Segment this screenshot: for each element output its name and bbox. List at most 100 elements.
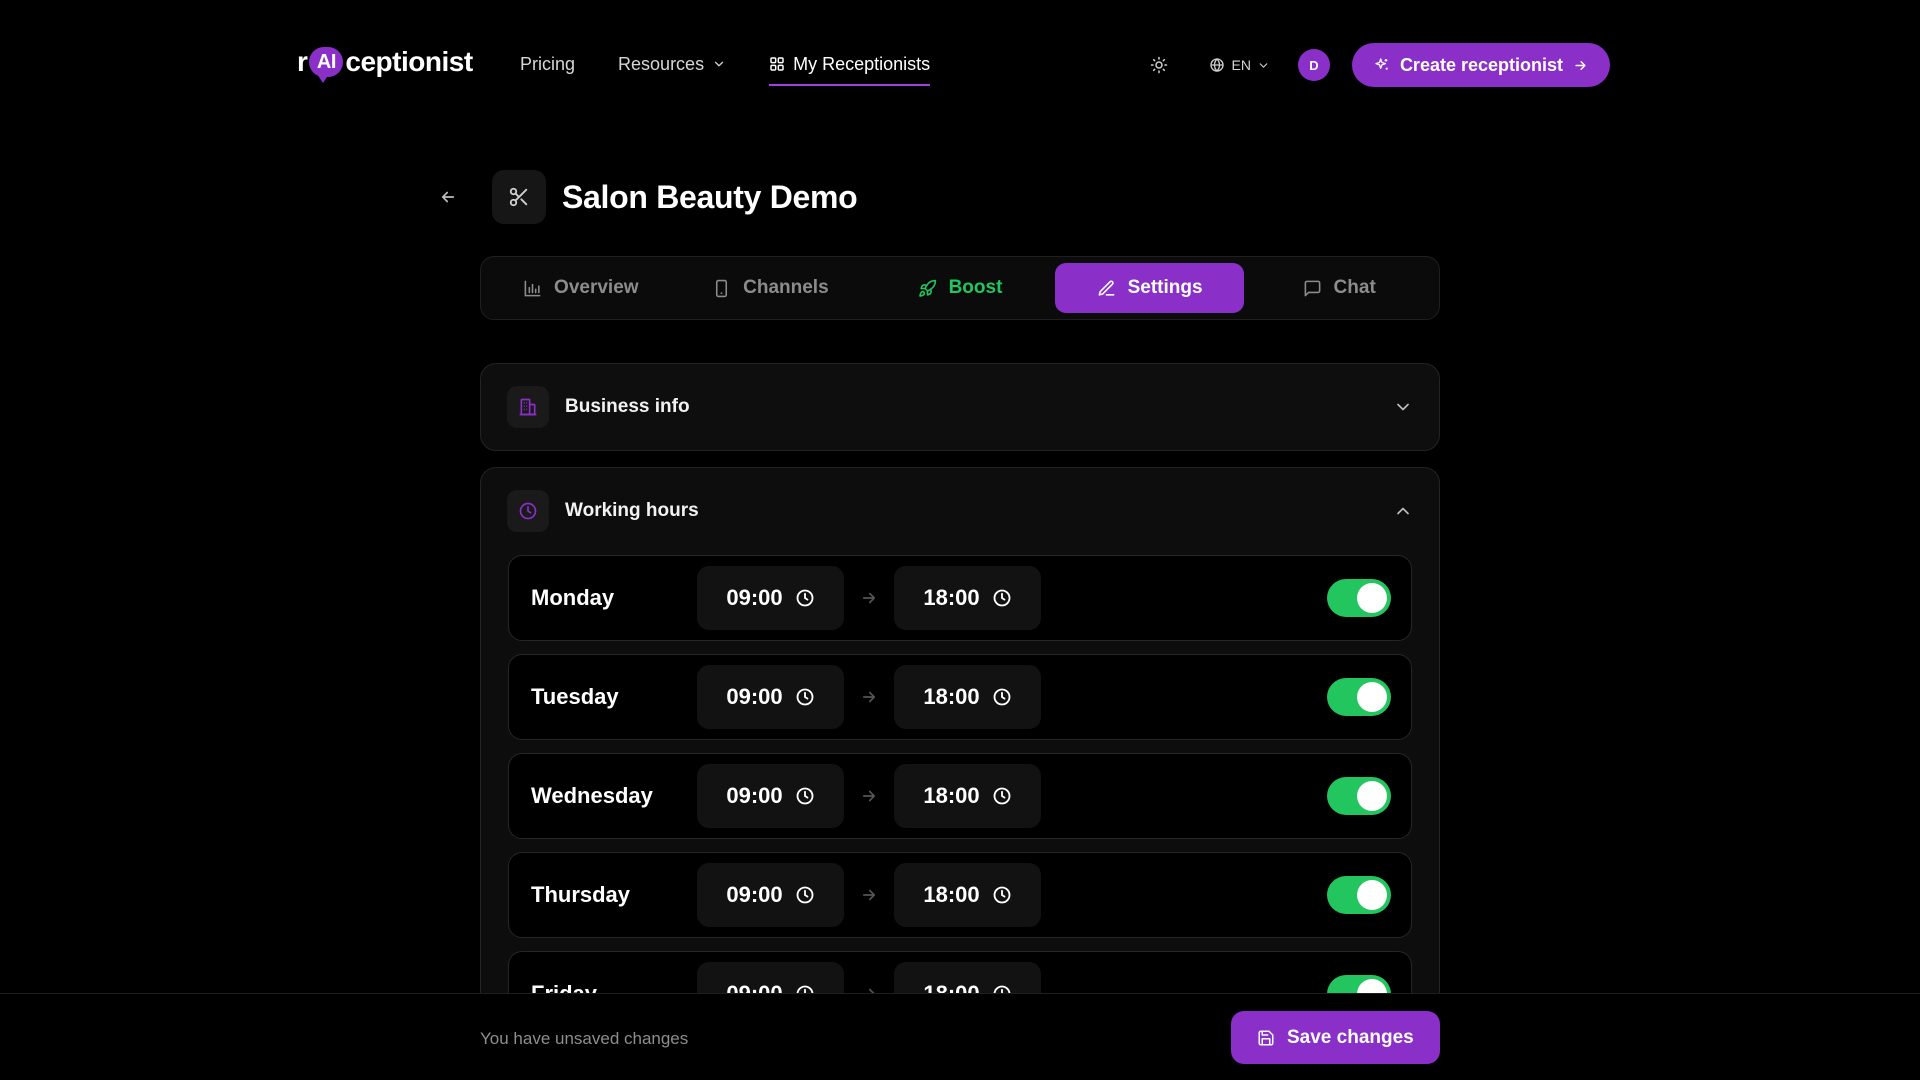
nav-my-receptionists[interactable]: My Receptionists xyxy=(769,44,931,86)
bar-chart-icon xyxy=(523,279,542,298)
open-time-input[interactable]: 09:00 xyxy=(697,566,844,630)
working-hours-header[interactable]: Working hours xyxy=(481,468,1439,554)
grid-icon xyxy=(769,56,785,72)
receptionist-tabs: Overview Channels Boost Settings Chat xyxy=(480,256,1440,320)
page-title: Salon Beauty Demo xyxy=(562,178,858,215)
building-icon xyxy=(518,397,538,417)
receptionist-icon-tile xyxy=(492,170,546,224)
working-hours-section: Working hours Monday 09:00 18:00 Tuesday… xyxy=(480,467,1440,1067)
open-time-value: 09:00 xyxy=(726,585,783,610)
pencil-icon xyxy=(1097,279,1116,298)
chevron-down-icon xyxy=(1257,59,1270,72)
business-info-title: Business info xyxy=(565,396,690,417)
scissors-icon xyxy=(508,186,530,208)
open-time-value: 09:00 xyxy=(726,783,783,808)
clock-icon xyxy=(992,885,1012,905)
tab-boost-label: Boost xyxy=(948,277,1003,298)
clock-icon xyxy=(795,786,815,806)
main-nav: Pricing Resources My Receptionists xyxy=(520,0,931,128)
open-time-input[interactable]: 09:00 xyxy=(697,863,844,927)
day-enabled-toggle[interactable] xyxy=(1327,579,1391,617)
business-info-icon-tile xyxy=(507,386,549,428)
clock-icon xyxy=(992,786,1012,806)
toggle-knob xyxy=(1357,880,1387,910)
unsaved-changes-bar: You have unsaved changes Save changes xyxy=(0,993,1920,1080)
close-time-value: 18:00 xyxy=(923,585,980,610)
close-time-input[interactable]: 18:00 xyxy=(894,566,1041,630)
arrow-left-icon xyxy=(439,188,457,206)
logo-text-right: ceptionist xyxy=(345,46,473,77)
nav-pricing[interactable]: Pricing xyxy=(520,44,575,84)
rocket-icon xyxy=(918,279,937,298)
business-info-header[interactable]: Business info xyxy=(481,364,1439,450)
save-changes-label: Save changes xyxy=(1287,1026,1414,1048)
phone-icon xyxy=(712,279,731,298)
clock-icon xyxy=(992,588,1012,608)
nav-pricing-label: Pricing xyxy=(520,53,576,74)
back-button[interactable] xyxy=(436,185,460,209)
day-row-tuesday: Tuesday 09:00 18:00 xyxy=(508,654,1412,740)
day-enabled-toggle[interactable] xyxy=(1327,777,1391,815)
logo[interactable]: r AI ceptionist xyxy=(297,44,473,83)
header-actions: EN D Create receptionist xyxy=(1147,43,1610,87)
message-icon xyxy=(1303,279,1322,298)
chevron-up-icon xyxy=(1393,501,1413,521)
sparkles-icon xyxy=(1374,57,1390,73)
nav-resources-label: Resources xyxy=(618,53,705,74)
business-info-section: Business info xyxy=(480,363,1440,451)
chevron-down-icon xyxy=(712,57,726,71)
open-time-input[interactable]: 09:00 xyxy=(697,764,844,828)
day-label: Wednesday xyxy=(531,783,653,808)
avatar[interactable]: D xyxy=(1297,49,1330,81)
tab-boost[interactable]: Boost xyxy=(865,263,1055,313)
create-receptionist-button[interactable]: Create receptionist xyxy=(1351,43,1610,87)
sun-icon xyxy=(1150,56,1168,74)
close-time-input[interactable]: 18:00 xyxy=(894,665,1041,729)
close-time-input[interactable]: 18:00 xyxy=(894,764,1041,828)
tab-settings-label: Settings xyxy=(1127,277,1203,298)
tab-channels[interactable]: Channels xyxy=(676,263,866,313)
globe-icon xyxy=(1209,57,1225,73)
tab-channels-label: Channels xyxy=(743,277,829,298)
open-time-input[interactable]: 09:00 xyxy=(697,665,844,729)
tab-settings[interactable]: Settings xyxy=(1054,263,1245,313)
clock-icon xyxy=(795,885,815,905)
tab-overview-label: Overview xyxy=(554,277,639,298)
arrow-right-icon xyxy=(844,589,894,607)
close-time-value: 18:00 xyxy=(923,882,980,907)
close-time-value: 18:00 xyxy=(923,783,980,808)
language-selector[interactable]: EN xyxy=(1209,57,1269,73)
day-row-wednesday: Wednesday 09:00 18:00 xyxy=(508,753,1412,839)
nav-resources-dropdown[interactable]: Resources xyxy=(618,44,726,84)
toggle-knob xyxy=(1357,781,1387,811)
tab-chat[interactable]: Chat xyxy=(1244,263,1434,313)
close-time-input[interactable]: 18:00 xyxy=(894,863,1041,927)
day-row-thursday: Thursday 09:00 18:00 xyxy=(508,852,1412,938)
clock-icon xyxy=(992,687,1012,707)
top-header: r AI ceptionist Pricing Resources My Rec… xyxy=(0,0,1920,128)
tab-chat-label: Chat xyxy=(1333,277,1376,298)
save-icon xyxy=(1257,1029,1275,1047)
logo-ai-bubble: AI xyxy=(309,47,344,83)
clock-icon xyxy=(518,501,538,521)
chevron-down-icon xyxy=(1393,397,1413,417)
day-row-monday: Monday 09:00 18:00 xyxy=(508,555,1412,641)
toggle-knob xyxy=(1357,682,1387,712)
working-hours-title: Working hours xyxy=(565,500,699,521)
arrow-right-icon xyxy=(844,688,894,706)
nav-my-receptionists-label: My Receptionists xyxy=(793,53,931,74)
tab-overview[interactable]: Overview xyxy=(486,263,676,313)
arrow-right-icon xyxy=(844,886,894,904)
day-enabled-toggle[interactable] xyxy=(1327,678,1391,716)
save-changes-button[interactable]: Save changes xyxy=(1231,1011,1440,1064)
language-label: EN xyxy=(1231,57,1251,73)
working-hours-list: Monday 09:00 18:00 Tuesday 09:00 18:00 W… xyxy=(508,555,1412,1050)
close-time-value: 18:00 xyxy=(923,684,980,709)
day-label: Monday xyxy=(531,585,615,610)
arrow-right-icon xyxy=(844,787,894,805)
clock-icon xyxy=(795,588,815,608)
working-hours-icon-tile xyxy=(507,490,549,532)
day-enabled-toggle[interactable] xyxy=(1327,876,1391,914)
arrow-right-icon xyxy=(1573,58,1588,73)
theme-toggle-button[interactable] xyxy=(1147,53,1171,77)
